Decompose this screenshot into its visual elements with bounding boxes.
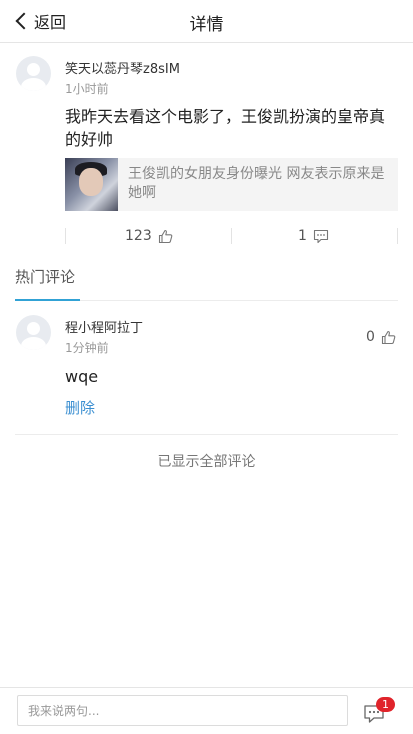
comment-author-avatar[interactable] — [16, 315, 51, 350]
comment-author-name[interactable]: 程小程阿拉丁 — [65, 317, 143, 336]
shared-link-card[interactable]: 王俊凯的女朋友身份曝光 网友表示原来是她啊 — [65, 158, 398, 211]
tab-hot-comments[interactable]: 热门评论 — [15, 266, 75, 287]
comment-text: wqe — [65, 367, 99, 386]
post-like-count: 123 — [125, 228, 152, 244]
link-thumbnail — [65, 158, 118, 211]
thumbs-up-icon — [381, 330, 396, 344]
divider — [231, 228, 232, 244]
delete-comment-button[interactable]: 删除 — [65, 397, 95, 418]
comment-input[interactable] — [17, 695, 348, 726]
post-timestamp: 1小时前 — [65, 82, 109, 96]
comment-like-count: 0 — [366, 329, 375, 345]
all-comments-shown-label: 已显示全部评论 — [157, 454, 256, 470]
comment-timestamp: 1分钟前 — [65, 341, 109, 355]
notification-badge: 1 — [376, 697, 395, 712]
link-title: 王俊凯的女朋友身份曝光 网友表示原来是她啊 — [128, 166, 385, 201]
divider — [397, 228, 398, 244]
active-tab-indicator — [15, 299, 80, 301]
post-like-button[interactable]: 123 — [125, 226, 173, 246]
comment-like-button[interactable]: 0 — [366, 327, 396, 347]
bottom-comment-bar: 1 — [0, 687, 413, 734]
post-action-bar: 123 1 — [65, 226, 398, 246]
top-nav-bar: 返回 详情 — [0, 0, 413, 43]
post-comment-button[interactable]: 1 — [298, 226, 329, 246]
thumbs-up-icon — [158, 229, 173, 243]
post-author-name[interactable]: 笑天以蕊丹琴z8sIM — [65, 58, 180, 77]
post-comment-count: 1 — [298, 228, 307, 244]
divider — [65, 228, 66, 244]
post-text: 我昨天去看这个电影了，王俊凯扮演的皇帝真的好帅 — [65, 107, 386, 149]
comment-divider — [15, 434, 398, 435]
page-title: 详情 — [189, 15, 224, 35]
post-author-avatar[interactable] — [16, 56, 51, 91]
comment-icon — [313, 229, 328, 243]
